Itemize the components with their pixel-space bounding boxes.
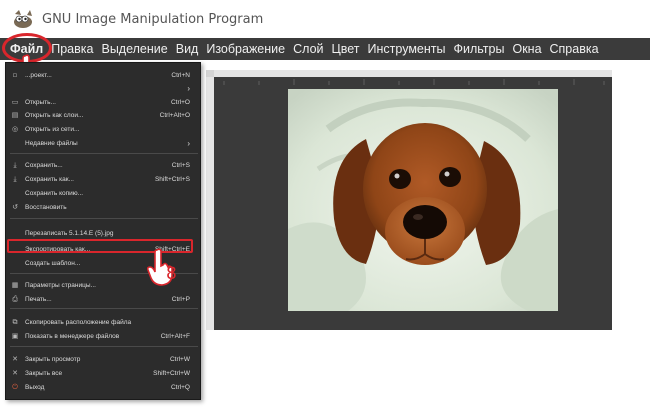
close-view-icon: ✕ [12,355,18,363]
menu-item-close-all[interactable]: ✕ Закрыть все Shift+Ctrl+W [6,367,202,379]
menu-item-open[interactable]: ▭ Открыть... Ctrl+O [6,96,202,108]
file-manager-icon: ▣ [11,332,19,340]
open-icon: ▭ [11,98,19,106]
open-location-icon: ◎ [11,125,19,133]
window-titlebar: GNU Image Manipulation Program [0,0,650,38]
close-all-icon: ✕ [12,369,18,377]
menu-item-copy-location[interactable]: ⧉ Скопировать расположение файла [6,316,202,328]
new-icon: ▫ [12,71,18,79]
menu-item-save[interactable]: ⤓ Сохранить... Ctrl+S [6,159,202,171]
menu-edit[interactable]: Правка [47,38,97,60]
menu-help[interactable]: Справка [546,38,603,60]
quit-icon: ⏻ [12,383,18,391]
menu-windows[interactable]: Окна [508,38,545,60]
copy-location-icon: ⧉ [12,318,18,326]
menu-separator [10,153,198,154]
menu-item-revert[interactable]: ↺ Восстановить [6,201,202,213]
horizontal-ruler[interactable] [214,70,612,85]
menu-item-create-submenu[interactable]: › [6,82,202,94]
menu-item-open-location[interactable]: ◎ Открыть из сети... [6,123,202,135]
menu-item-overwrite[interactable]: Перезаписать 5.1.14.E (5).jpg [6,227,202,239]
menu-item-print[interactable]: ⎙ Печать... Ctrl+P [6,293,202,305]
menu-tools[interactable]: Инструменты [364,38,450,60]
menu-layer[interactable]: Слой [289,38,327,60]
ruler-ticks [223,79,605,85]
menu-view[interactable]: Вид [172,38,203,60]
menu-item-quit[interactable]: ⏻ Выход Ctrl+Q [6,381,202,393]
menu-image[interactable]: Изображение [202,38,289,60]
menu-item-show-in-file-manager[interactable]: ▣ Показать в менеджере файлов Ctrl+Alt+F [6,330,202,342]
menu-separator [10,308,198,309]
print-icon: ⎙ [12,295,18,303]
file-menu-dropdown: ▫ ...роект... Ctrl+N › ▭ Открыть... Ctrl… [5,62,201,400]
menu-item-new[interactable]: ▫ ...роект... Ctrl+N [6,69,202,81]
menu-item-save-as[interactable]: ⤓ Сохранить как... Shift+Ctrl+S [6,173,202,185]
open-layers-icon: ▤ [11,111,19,119]
save-as-icon: ⤓ [13,175,17,183]
menu-item-recent[interactable]: Недавние файлы › [6,137,202,149]
submenu-arrow-icon: › [187,138,190,148]
dog-photo-drawing [288,89,558,311]
menu-separator [10,218,198,219]
gimp-logo-icon [14,10,32,28]
menu-separator [10,346,198,347]
submenu-arrow-icon: › [187,83,190,93]
menu-bar: Файл Правка Выделение Вид Изображение Сл… [0,38,650,60]
menu-item-save-copy[interactable]: Сохранить копию... [6,187,202,199]
page-setup-icon: ▦ [11,281,19,289]
menu-colors[interactable]: Цвет [328,38,364,60]
ruler-corner[interactable] [206,70,214,77]
step-number-8: 8 [166,264,177,284]
menu-item-open-as-layers[interactable]: ▤ Открыть как слои... Ctrl+Alt+O [6,109,202,121]
dog-photo[interactable] [288,89,558,311]
vertical-ruler[interactable] [206,77,214,330]
menu-filters[interactable]: Фильтры [449,38,508,60]
save-icon: ⤓ [13,161,17,169]
revert-icon: ↺ [12,203,18,211]
menu-select[interactable]: Выделение [97,38,171,60]
window-title: GNU Image Manipulation Program [42,11,264,27]
menu-item-close-view[interactable]: ✕ Закрыть просмотр Ctrl+W [6,353,202,365]
